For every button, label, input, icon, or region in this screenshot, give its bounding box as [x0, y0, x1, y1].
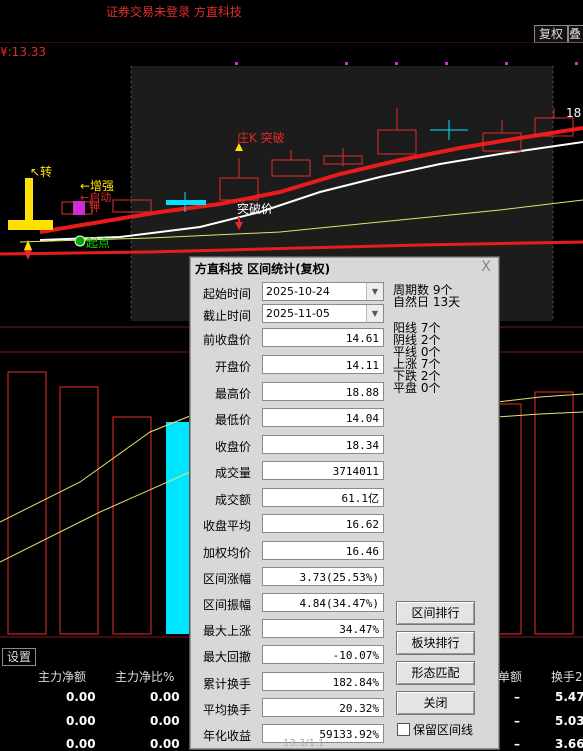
start-date-select[interactable]: 2025-10-24 ▼: [262, 282, 384, 301]
end-time-label: 截止时间: [202, 309, 251, 323]
keep-range-line-label: 保留区间线: [413, 723, 474, 737]
period-stat: 自然日 13天: [393, 295, 461, 309]
table-cell: –: [514, 714, 520, 728]
table-cell: –: [514, 737, 520, 751]
annot-jia: 钾: [89, 201, 100, 214]
stat-value: 14.04: [262, 408, 384, 427]
table-cell: 0.00: [150, 714, 180, 728]
start-date-value: 2025-10-24: [266, 285, 330, 298]
stat-label: 加权均价: [202, 546, 251, 560]
table-cell: 0.00: [150, 737, 180, 751]
stat-label: 开盘价: [214, 360, 251, 374]
stat-label: 年化收益: [202, 729, 251, 743]
table-cell: 5.03: [555, 714, 583, 728]
stat-label: 累计换手: [202, 677, 251, 691]
table-cell: –: [514, 690, 520, 704]
stat-label: 收盘平均: [202, 519, 251, 533]
stat-value: 34.47%: [262, 619, 384, 638]
sector-rank-button[interactable]: 板块排行: [396, 631, 475, 655]
annot-top-price: 18: [566, 106, 582, 120]
end-date-select[interactable]: 2025-11-05 ▼: [262, 304, 384, 323]
stat-value: 14.61: [262, 328, 384, 347]
table-cell: 0.00: [66, 690, 96, 704]
range-stats-dialog[interactable]: 方直科技 区间统计(复权) X 起始时间 2025-10-24 ▼ 截止时间 2…: [190, 257, 499, 749]
top-title-bar: [0, 0, 583, 24]
stat-value: 4.84(34.47%): [262, 593, 384, 612]
dialog-title: 方直科技 区间统计(复权): [195, 262, 331, 276]
col-header-unit-amount[interactable]: 单额: [498, 668, 522, 685]
stat-label: 最高价: [214, 387, 251, 401]
stat-value: 3714011: [262, 461, 384, 480]
stat-value: 182.84%: [262, 672, 384, 691]
settings-tab[interactable]: 设置: [2, 648, 36, 666]
stat-value: 16.46: [262, 541, 384, 560]
chevron-down-icon[interactable]: ▼: [366, 305, 383, 322]
close-icon[interactable]: X: [479, 260, 493, 274]
annot-zhuang-k: 庄K 突破: [237, 131, 285, 145]
stat-label: 最低价: [214, 413, 251, 427]
period-stat: 平盘 0个: [393, 381, 441, 395]
range-rank-button[interactable]: 区间排行: [396, 601, 475, 625]
stat-label: 最大上涨: [202, 624, 251, 638]
stat-label: 成交额: [214, 493, 251, 507]
stat-value: 61.1亿: [262, 488, 384, 507]
stat-value: -10.07%: [262, 645, 384, 664]
table-cell: 3.66: [555, 737, 583, 751]
stat-label: 最大回撤: [202, 650, 251, 664]
annot-qidian: 起点: [86, 236, 111, 250]
stat-label: 前收盘价: [202, 333, 251, 347]
col-header-main-ratio[interactable]: 主力净比%: [115, 668, 174, 685]
end-date-value: 2025-11-05: [266, 307, 330, 320]
stat-value: 16.62: [262, 514, 384, 533]
table-cell: 0.00: [66, 737, 96, 751]
stat-value: 3.73(25.53%): [262, 567, 384, 586]
col-header-main-net[interactable]: 主力净额: [38, 668, 86, 685]
overlay-button[interactable]: 叠: [568, 25, 583, 43]
stat-value: 18.34: [262, 435, 384, 454]
stat-label: 区间振幅: [202, 598, 251, 612]
close-button[interactable]: 关闭: [396, 691, 475, 715]
partial-cell: 13.3/1.1: [283, 738, 325, 749]
table-cell: 0.00: [150, 690, 180, 704]
stat-value: 18.88: [262, 382, 384, 401]
stat-label: 成交量: [214, 466, 251, 480]
stat-label: 平均换手: [202, 703, 251, 717]
annot-zhuan: ↖转: [30, 165, 53, 179]
start-time-label: 起始时间: [202, 287, 251, 301]
pattern-match-button[interactable]: 形态匹配: [396, 661, 475, 685]
chevron-down-icon[interactable]: ▼: [366, 283, 383, 300]
stat-value: 20.32%: [262, 698, 384, 717]
table-cell: 0.00: [66, 714, 96, 728]
annot-tupo-price: 突破价: [237, 202, 274, 216]
col-header-turnover[interactable]: 换手2: [551, 668, 583, 685]
stat-value: 14.11: [262, 355, 384, 374]
stat-label: 区间涨幅: [202, 572, 251, 586]
table-cell: 5.47: [555, 690, 583, 704]
keep-range-line-checkbox[interactable]: [397, 723, 410, 736]
stat-label: 收盘价: [214, 440, 251, 454]
app-title: 证券交易未登录 方直科技: [106, 5, 242, 19]
fuquan-button[interactable]: 复权: [534, 25, 568, 43]
